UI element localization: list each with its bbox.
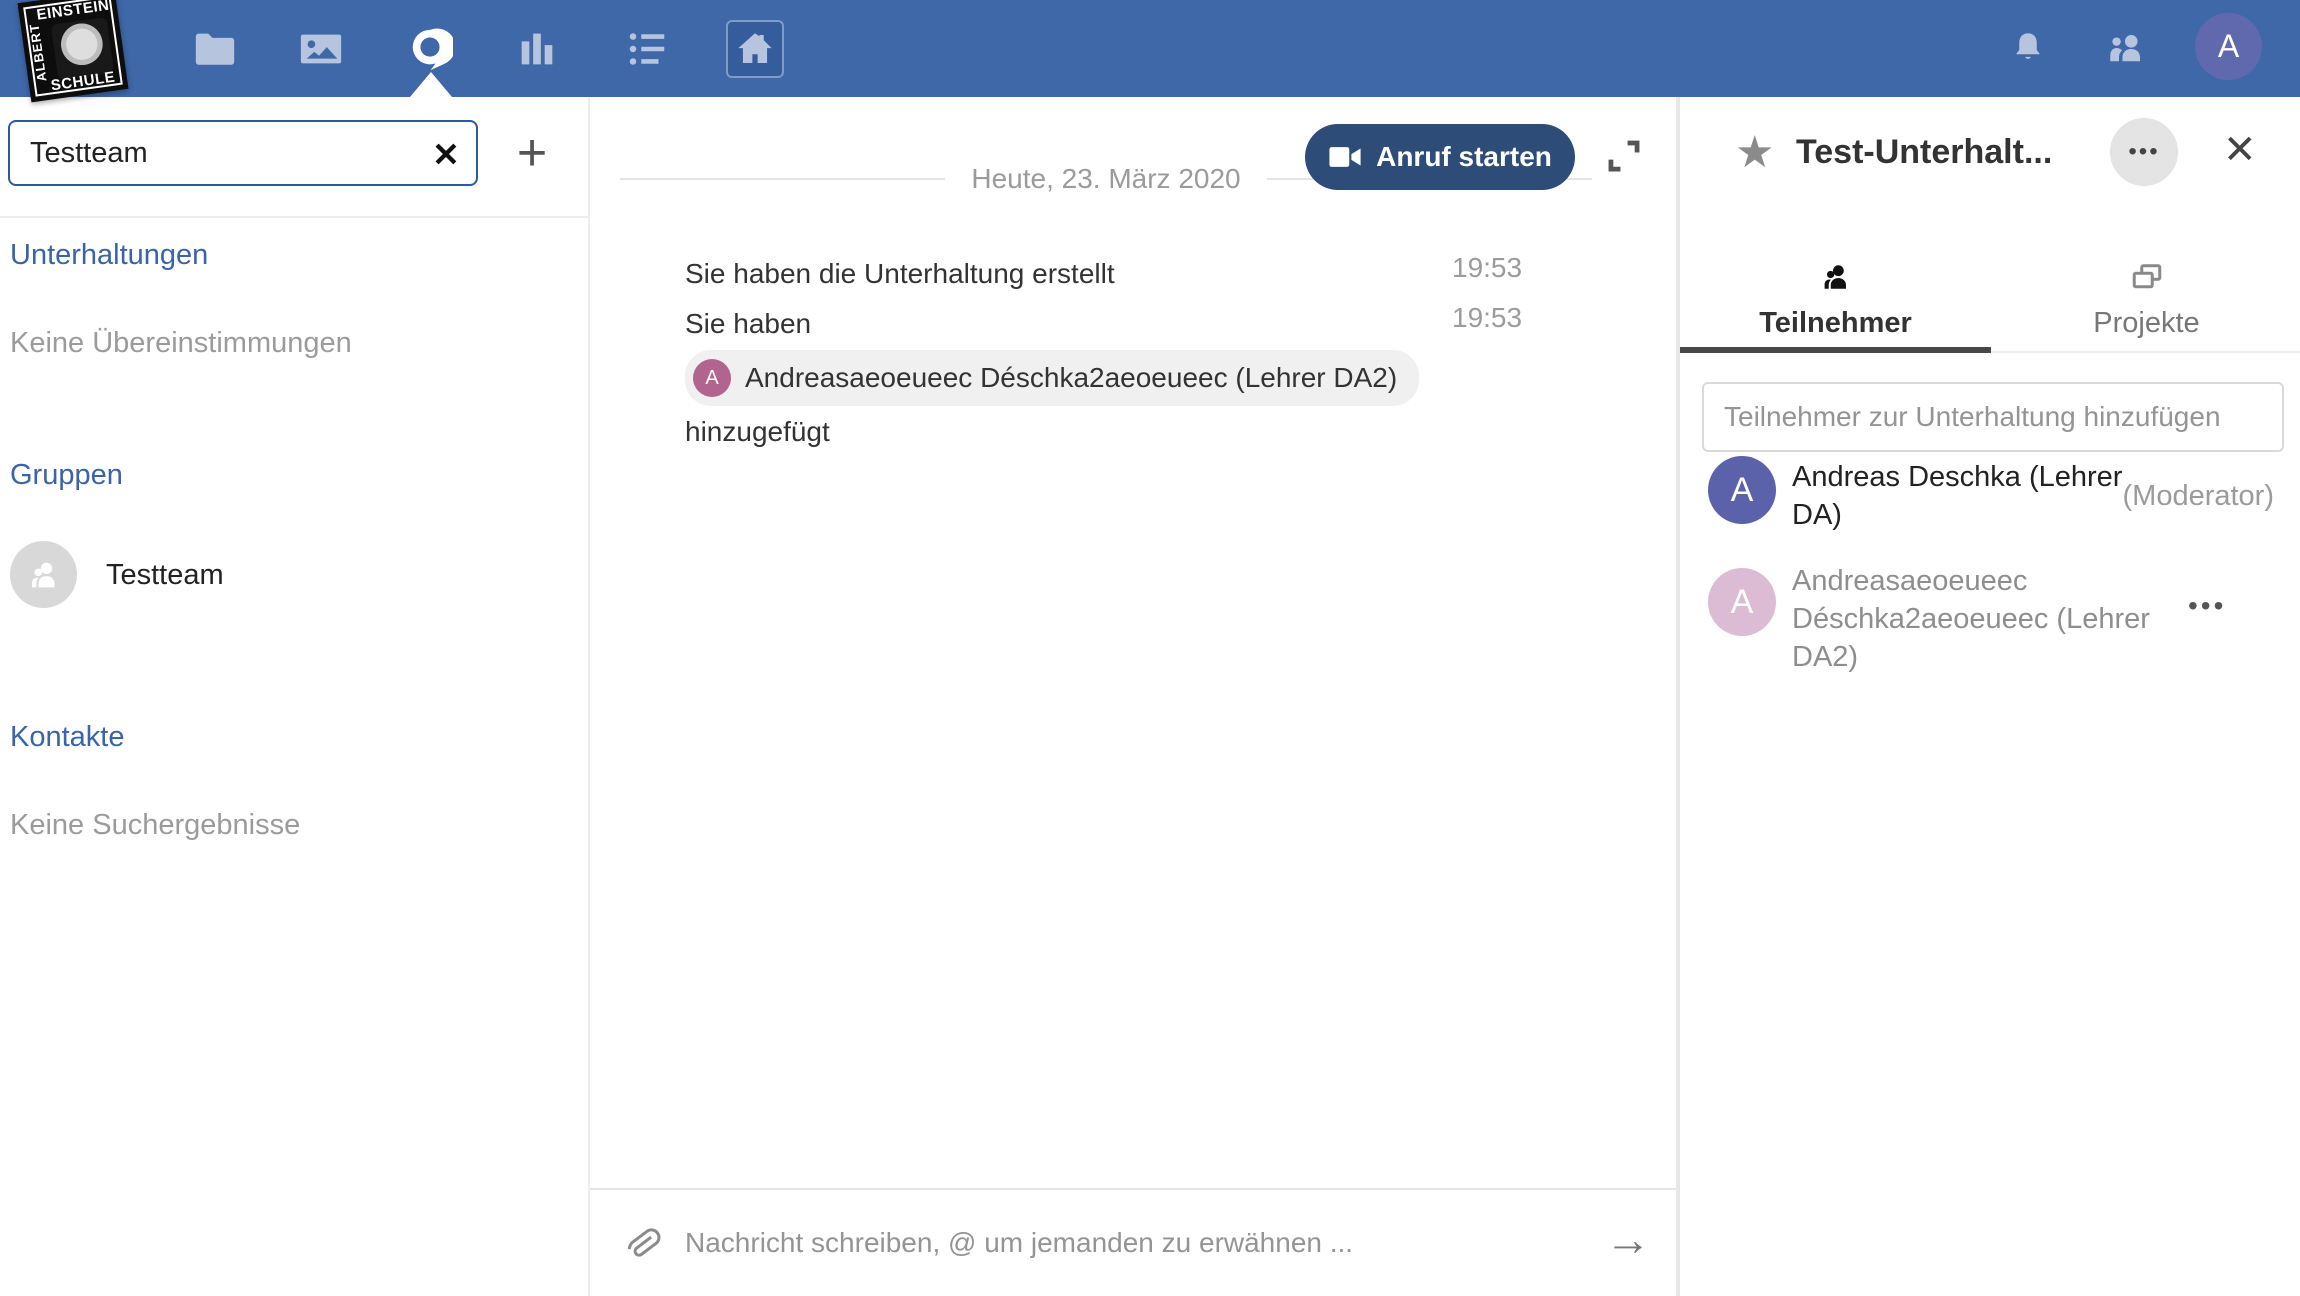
nav-home[interactable] xyxy=(723,0,787,97)
system-message: Sie haben die Unterhaltung erstellt xyxy=(685,252,1455,296)
chat-area: Heute, 23. März 2020 Anruf starten Sie h… xyxy=(590,97,1678,1296)
participant-name: Andreas Deschka (Lehrer DA) xyxy=(1792,458,2174,534)
active-tab-underline xyxy=(1680,347,1991,353)
group-name: Testteam xyxy=(106,559,224,592)
date-separator-label: Heute, 23. März 2020 xyxy=(945,163,1266,194)
participant-menu-button[interactable]: ••• xyxy=(2188,590,2226,622)
tab-projekte[interactable]: Projekte xyxy=(1991,237,2300,349)
conversation-title: Test-Unterhalt... xyxy=(1796,133,2052,172)
contacts-empty-text: Keine Suchergebnisse xyxy=(10,809,300,842)
conversation-sidebar: ✕ + Unterhaltungen Keine Übereinstimmung… xyxy=(0,97,590,1296)
composer-divider xyxy=(590,1188,1676,1190)
message-suffix: hinzugefügt xyxy=(685,416,830,447)
nav-activity[interactable] xyxy=(505,0,569,97)
tab-baseline xyxy=(1991,351,2300,353)
start-call-button[interactable]: Anruf starten xyxy=(1305,124,1575,190)
participant-role-badge: (Moderator) xyxy=(2123,480,2275,513)
user-avatar[interactable]: A xyxy=(2195,13,2262,80)
close-panel-button[interactable]: ✕ xyxy=(2223,127,2257,173)
send-message-button[interactable]: → xyxy=(1598,1209,1658,1269)
conversation-settings-panel: ★ Test-Unterhalt... ••• ✕ Teilnehmer Pro… xyxy=(1678,97,2300,1296)
participant-row[interactable]: A Andreas Deschka (Lehrer DA) (Moderator… xyxy=(1680,452,2300,562)
participants-icon xyxy=(1680,255,1991,299)
mention-label: Andreasaeoeueec Déschka2aeoeueec (Lehrer… xyxy=(745,356,1397,400)
conversations-empty-text: Keine Übereinstimmungen xyxy=(10,327,352,360)
group-avatar xyxy=(10,541,77,608)
active-app-pointer xyxy=(410,72,452,97)
participant-row[interactable]: A Andreasaeoeueec Déschka2aeoeueec (Lehr… xyxy=(1680,562,2300,692)
home-icon-box xyxy=(726,20,784,78)
participant-avatar: A xyxy=(1708,456,1776,524)
school-logo[interactable]: EINSTEIN ALBERT SCHULE xyxy=(18,0,129,102)
message-input[interactable] xyxy=(685,1215,1505,1271)
fullscreen-toggle-button[interactable] xyxy=(1602,135,1646,179)
paperclip-icon xyxy=(622,1224,662,1264)
participant-avatar: A xyxy=(1708,568,1776,636)
top-bar: EINSTEIN ALBERT SCHULE A xyxy=(0,0,2300,97)
home-icon xyxy=(734,28,776,70)
sidebar-divider xyxy=(0,216,588,218)
projects-icon xyxy=(1991,255,2300,299)
favorite-star-icon[interactable]: ★ xyxy=(1735,127,1774,178)
nav-photos[interactable] xyxy=(289,0,353,97)
mention-avatar: A xyxy=(693,359,731,397)
clear-search-button[interactable]: ✕ xyxy=(424,133,468,175)
tab-projekte-label: Projekte xyxy=(1991,307,2300,340)
add-participant-input[interactable] xyxy=(1702,382,2284,452)
tab-teilnehmer-label: Teilnehmer xyxy=(1680,307,1991,340)
expand-icon xyxy=(1605,137,1643,175)
list-icon xyxy=(624,26,670,72)
attach-file-button[interactable] xyxy=(618,1221,666,1269)
photos-icon xyxy=(298,26,344,72)
folder-icon xyxy=(192,26,238,72)
search-input[interactable] xyxy=(8,120,478,186)
contacts-icon xyxy=(2105,28,2147,70)
group-list-item[interactable]: Testteam xyxy=(0,537,588,621)
mention-chip[interactable]: A Andreasaeoeueec Déschka2aeoeueec (Lehr… xyxy=(685,350,1419,406)
talk-icon xyxy=(407,26,453,72)
groups-heading: Gruppen xyxy=(10,459,123,492)
message-prefix: Sie haben xyxy=(685,308,811,339)
nav-files[interactable] xyxy=(183,0,247,97)
tab-teilnehmer[interactable]: Teilnehmer xyxy=(1680,237,1991,349)
group-person-icon xyxy=(24,555,64,595)
system-message: Sie haben A Andreasaeoeueec Déschka2aeoe… xyxy=(685,302,1455,454)
conversation-menu-button[interactable]: ••• xyxy=(2110,118,2178,186)
contacts-menu-button[interactable] xyxy=(2096,0,2156,97)
activity-icon xyxy=(514,26,560,72)
start-call-label: Anruf starten xyxy=(1376,141,1552,173)
video-camera-icon xyxy=(1328,145,1362,169)
nav-tasks[interactable] xyxy=(615,0,679,97)
bell-icon xyxy=(2007,28,2049,70)
participant-name: Andreasaeoeueec Déschka2aeoeueec (Lehrer… xyxy=(1792,562,2174,676)
new-conversation-button[interactable]: + xyxy=(502,121,562,185)
conversations-heading: Unterhaltungen xyxy=(10,239,208,272)
message-time: 19:53 xyxy=(1452,302,1522,334)
message-time: 19:53 xyxy=(1452,252,1522,284)
contacts-heading: Kontakte xyxy=(10,721,124,754)
notifications-button[interactable] xyxy=(1998,0,2058,97)
